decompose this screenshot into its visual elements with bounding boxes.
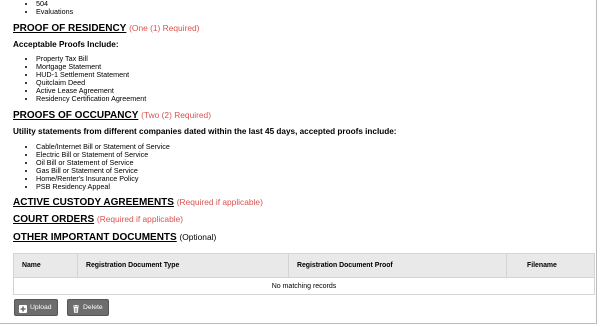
upload-button-label: Upload (30, 304, 52, 311)
empty-table-message: No matching records (271, 283, 337, 290)
occupancy-list: Cable/Internet Bill or Statement of Serv… (0, 143, 300, 190)
top-list: 504 Evaluations (0, 0, 200, 16)
column-header-document-proof[interactable]: Registration Document Proof (289, 254, 507, 277)
list-item: Residency Certification Agreement (36, 94, 300, 103)
column-header-filename[interactable]: Filename (507, 254, 594, 277)
custody-title: ACTIVE CUSTODY AGREEMENTS (13, 197, 174, 208)
occupancy-subhead: Utility statements from different compan… (13, 127, 397, 136)
court-section-title: COURT ORDERS (Required if applicable) (13, 213, 183, 226)
delete-button-label: Delete (83, 304, 103, 311)
residency-subhead: Acceptable Proofs Include: (13, 40, 119, 49)
residency-title: PROOF OF RESIDENCY (13, 23, 127, 34)
upload-icon (19, 304, 27, 313)
list-item: PSB Residency Appeal (36, 182, 300, 191)
court-title: COURT ORDERS (13, 214, 95, 225)
other-title: OTHER IMPORTANT DOCUMENTS (13, 232, 177, 243)
residency-list: Property Tax Bill Mortgage Statement HUD… (0, 55, 300, 102)
custody-requirement: (Required if applicable) (176, 197, 263, 207)
occupancy-requirement: (Two (2) Required) (141, 110, 211, 120)
column-header-document-type[interactable]: Registration Document Type (78, 254, 289, 277)
other-section-title: OTHER IMPORTANT DOCUMENTS (Optional) (13, 231, 216, 244)
residency-requirement: (One (1) Required) (129, 23, 200, 33)
custody-section-title: ACTIVE CUSTODY AGREEMENTS (Required if a… (13, 196, 263, 209)
documents-table: Name Registration Document Type Registra… (13, 253, 595, 295)
residency-section-title: PROOF OF RESIDENCY (One (1) Required) (13, 22, 199, 35)
occupancy-section-title: PROOFS OF OCCUPANCY (Two (2) Required) (13, 109, 211, 122)
table-header: Name Registration Document Type Registra… (14, 254, 594, 278)
list-item: Evaluations (36, 8, 200, 16)
trash-icon (72, 304, 80, 313)
other-note: (Optional) (179, 232, 217, 242)
delete-button[interactable]: Delete (67, 299, 109, 316)
column-header-name[interactable]: Name (14, 254, 78, 277)
court-requirement: (Required if applicable) (96, 214, 184, 224)
occupancy-title: PROOFS OF OCCUPANCY (13, 110, 139, 121)
upload-button[interactable]: Upload (14, 299, 58, 316)
